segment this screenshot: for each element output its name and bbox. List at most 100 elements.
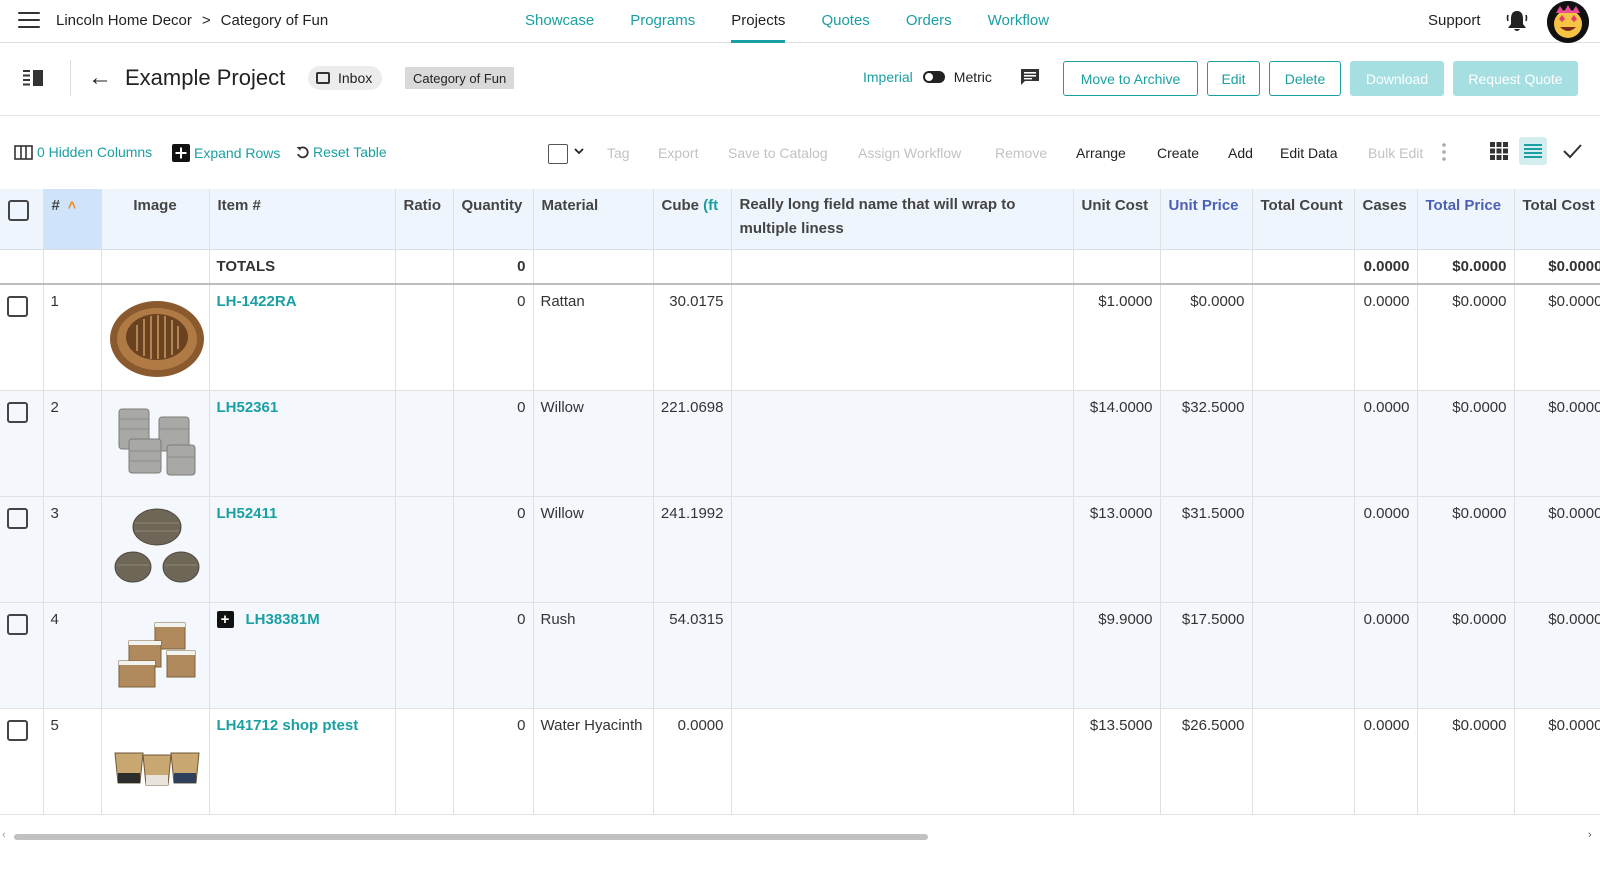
header-long-field[interactable]: Really long field name that will wrap to… <box>731 189 1074 250</box>
inbox-chip[interactable]: Inbox <box>308 66 383 90</box>
row-cases[interactable]: 0.0000 <box>1354 602 1418 709</box>
assign-workflow-action[interactable]: Assign Workflow <box>858 145 961 161</box>
bell-icon[interactable] <box>1506 9 1528 33</box>
category-chip[interactable]: Category of Fun <box>405 67 515 89</box>
item-link[interactable]: LH41712 shop ptest <box>217 717 359 734</box>
header-unit-price[interactable]: Unit Price <box>1160 189 1253 250</box>
nav-programs[interactable]: Programs <box>630 0 695 43</box>
row-long-field[interactable] <box>731 708 1074 815</box>
download-button[interactable]: Download <box>1350 61 1444 96</box>
row-material[interactable]: Water Hyacinth <box>533 708 654 815</box>
request-quote-button[interactable]: Request Quote <box>1453 61 1578 96</box>
row-image[interactable] <box>101 708 210 815</box>
remove-action[interactable]: Remove <box>995 145 1047 161</box>
item-link[interactable]: LH-1422RA <box>217 293 297 310</box>
row-quantity[interactable]: 0 <box>453 284 534 391</box>
header-quantity[interactable]: Quantity <box>453 189 534 250</box>
nav-workflow[interactable]: Workflow <box>988 0 1049 43</box>
row-quantity[interactable]: 0 <box>453 496 534 603</box>
table-row[interactable]: 4 + LH38381M 0 Rush 54.0315 $9.9000 $17.… <box>0 602 1600 709</box>
table-row[interactable]: 5 LH41712 shop ptest 0 Water Hyacinth 0.… <box>0 708 1600 815</box>
nav-showcase[interactable]: Showcase <box>525 0 594 43</box>
row-cube[interactable]: 241.1992 <box>653 496 732 603</box>
row-unit-price[interactable]: $17.5000 <box>1160 602 1253 709</box>
row-total-count[interactable] <box>1252 390 1355 497</box>
row-quantity[interactable]: 0 <box>453 390 534 497</box>
expand-rows-button[interactable]: Expand Rows <box>172 144 280 162</box>
menu-icon[interactable] <box>18 12 40 30</box>
table-row[interactable]: 1 LH-1422RA 0 Rattan 30.0175 $1.0000 $0.… <box>0 284 1600 391</box>
row-total-count[interactable] <box>1252 496 1355 603</box>
nav-projects[interactable]: Projects <box>731 0 786 43</box>
hidden-columns-button[interactable]: 0 Hidden Columns <box>14 144 152 160</box>
row-unit-cost[interactable]: $1.0000 <box>1073 284 1161 391</box>
item-link[interactable]: LH52361 <box>217 399 279 416</box>
list-view-icon[interactable] <box>1519 137 1547 165</box>
row-cube[interactable]: 0.0000 <box>653 708 732 815</box>
header-item[interactable]: Item # <box>209 189 396 250</box>
row-ratio[interactable] <box>395 284 454 391</box>
header-total-cost[interactable]: Total Cost <box>1514 189 1600 250</box>
more-vertical-icon[interactable] <box>1442 142 1446 162</box>
row-ratio[interactable] <box>395 708 454 815</box>
table-row[interactable]: 3 LH52411 0 Willow 241.1992 $13.0000 $31… <box>0 496 1600 603</box>
header-material[interactable]: Material <box>533 189 654 250</box>
row-long-field[interactable] <box>731 390 1074 497</box>
row-material[interactable]: Rattan <box>533 284 654 391</box>
nav-orders[interactable]: Orders <box>906 0 952 43</box>
header-checkbox[interactable] <box>8 200 29 221</box>
row-image[interactable] <box>101 284 210 391</box>
row-total-count[interactable] <box>1252 708 1355 815</box>
breadcrumb-company[interactable]: Lincoln Home Decor <box>56 12 192 29</box>
support-link[interactable]: Support <box>1428 12 1481 29</box>
row-long-field[interactable] <box>731 284 1074 391</box>
row-checkbox[interactable] <box>7 719 28 741</box>
expand-variants-icon[interactable]: + <box>216 610 234 628</box>
row-checkbox[interactable] <box>7 401 28 423</box>
row-unit-price[interactable]: $32.5000 <box>1160 390 1253 497</box>
tag-action[interactable]: Tag <box>607 145 630 161</box>
save-to-catalog-action[interactable]: Save to Catalog <box>728 145 828 161</box>
unit-imperial-label[interactable]: Imperial <box>863 69 913 85</box>
nav-quotes[interactable]: Quotes <box>821 0 869 43</box>
row-cube[interactable]: 221.0698 <box>653 390 732 497</box>
bulk-edit-action[interactable]: Bulk Edit <box>1368 145 1423 161</box>
header-total-price[interactable]: Total Price <box>1417 189 1515 250</box>
breadcrumb-category[interactable]: Category of Fun <box>221 12 329 29</box>
row-cases[interactable]: 0.0000 <box>1354 708 1418 815</box>
row-ratio[interactable] <box>395 602 454 709</box>
row-image[interactable] <box>101 390 210 497</box>
scroll-left-icon[interactable]: ‹ <box>2 829 6 841</box>
row-ratio[interactable] <box>395 496 454 603</box>
row-material[interactable]: Rush <box>533 602 654 709</box>
row-cube[interactable]: 30.0175 <box>653 284 732 391</box>
unit-toggle[interactable] <box>922 71 945 83</box>
row-total-count[interactable] <box>1252 284 1355 391</box>
move-to-archive-button[interactable]: Move to Archive <box>1063 61 1198 96</box>
row-quantity[interactable]: 0 <box>453 602 534 709</box>
row-total-count[interactable] <box>1252 602 1355 709</box>
side-panel-icon[interactable] <box>23 70 43 86</box>
export-action[interactable]: Export <box>658 145 698 161</box>
check-icon[interactable] <box>1562 141 1582 161</box>
header-num[interactable]: # ˄ <box>43 189 102 250</box>
header-image[interactable]: Image <box>101 189 210 250</box>
row-image[interactable] <box>101 602 210 709</box>
horizontal-scrollbar[interactable]: ‹ › <box>0 829 1600 843</box>
row-unit-price[interactable]: $31.5000 <box>1160 496 1253 603</box>
row-checkbox[interactable] <box>7 507 28 529</box>
edit-button[interactable]: Edit <box>1207 61 1260 96</box>
row-cube[interactable]: 54.0315 <box>653 602 732 709</box>
row-unit-cost[interactable]: $14.0000 <box>1073 390 1161 497</box>
scrollbar-thumb[interactable] <box>14 834 928 840</box>
item-link[interactable]: LH52411 <box>217 505 278 522</box>
comment-icon[interactable] <box>1020 68 1040 86</box>
row-checkbox[interactable] <box>7 296 28 317</box>
row-long-field[interactable] <box>731 496 1074 603</box>
chevron-down-icon[interactable] <box>574 146 584 156</box>
row-material[interactable]: Willow <box>533 496 654 603</box>
add-action[interactable]: Add <box>1228 145 1253 161</box>
unit-metric-label[interactable]: Metric <box>954 69 992 85</box>
header-cases[interactable]: Cases <box>1354 189 1418 250</box>
header-total-count[interactable]: Total Count <box>1252 189 1355 250</box>
